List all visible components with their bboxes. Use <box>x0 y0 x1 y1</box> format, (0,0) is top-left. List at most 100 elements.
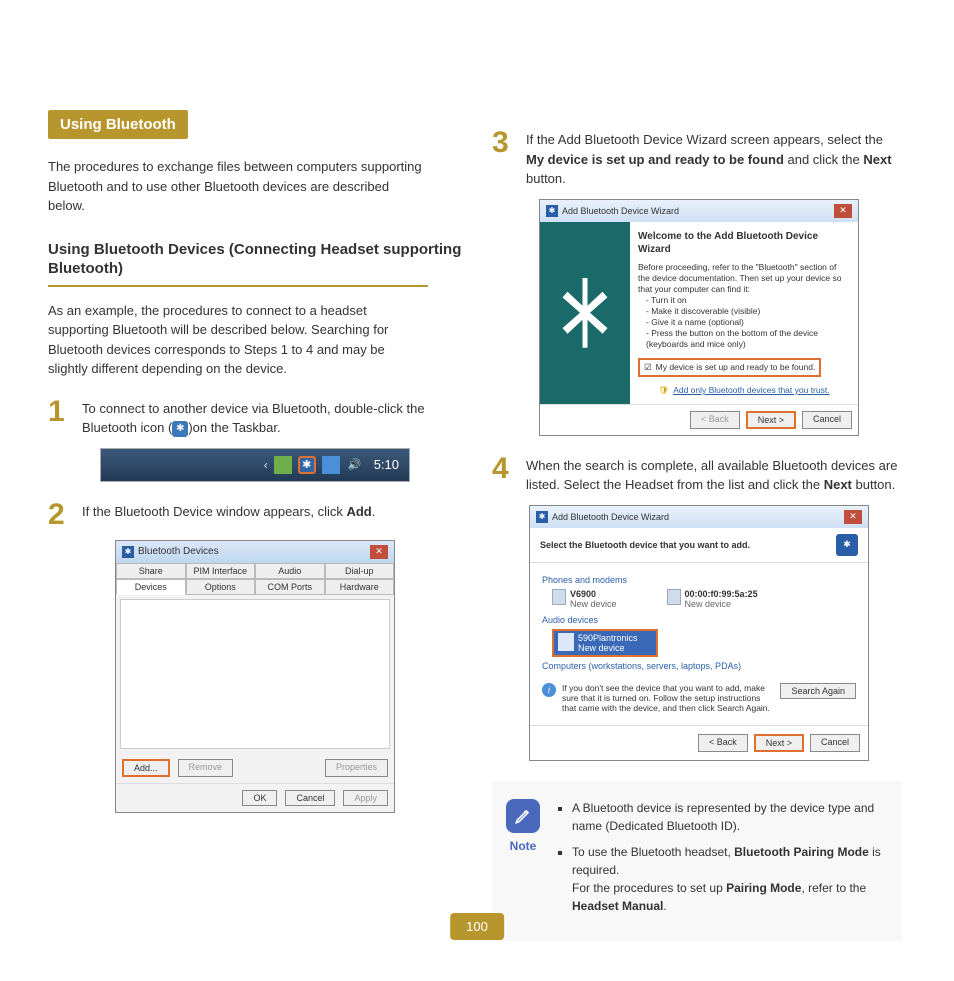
ready-checkbox[interactable]: ☑ My device is set up and ready to be fo… <box>638 358 821 377</box>
search-again-button[interactable]: Search Again <box>780 683 856 699</box>
cancel-button[interactable]: Cancel <box>802 411 852 429</box>
phone-icon <box>552 589 566 605</box>
tab-dialup[interactable]: Dial-up <box>325 563 395 579</box>
step-2-text: If the Bluetooth Device window appears, … <box>82 500 375 522</box>
remove-button[interactable]: Remove <box>178 759 234 777</box>
sub-intro: As an example, the procedures to connect… <box>48 301 428 379</box>
note-bullet-2: To use the Bluetooth headset, Bluetooth … <box>572 843 888 915</box>
step-num-3: 3 <box>492 128 516 158</box>
tab-hardware[interactable]: Hardware <box>325 579 395 595</box>
note-b2-l2-bold2: Headset Manual <box>572 899 663 913</box>
back-button[interactable]: < Back <box>690 411 740 429</box>
tray-time: 5:10 <box>374 457 399 472</box>
tab-share[interactable]: Share <box>116 563 186 579</box>
tab-devices[interactable]: Devices <box>116 579 186 595</box>
cancel-button[interactable]: Cancel <box>285 790 335 806</box>
step-num-4: 4 <box>492 454 516 484</box>
device-sub: New device <box>685 599 758 609</box>
note-b2-bold: Bluetooth Pairing Mode <box>734 845 869 859</box>
device-name: 590Plantronics <box>578 633 638 643</box>
step-num-1: 1 <box>48 397 72 427</box>
note-label: Note <box>510 839 537 853</box>
step-2: 2 If the Bluetooth Device window appears… <box>48 500 458 530</box>
checkbox-icon: ☑ <box>644 362 652 373</box>
tab-audio[interactable]: Audio <box>255 563 325 579</box>
note-b2-pre: To use the Bluetooth headset, <box>572 845 734 859</box>
phone-icon <box>667 589 681 605</box>
wizard2-prompt: Select the Bluetooth device that you wan… <box>540 540 750 550</box>
device-sub: New device <box>578 643 638 653</box>
shield-icon: 🛡 <box>658 385 669 396</box>
device-sub: New device <box>570 599 617 609</box>
device-name: 00:00:f0:99:5a:25 <box>685 589 758 599</box>
info-icon: i <box>542 683 556 697</box>
device-list-area <box>120 599 390 749</box>
next-button[interactable]: Next > <box>754 734 804 752</box>
info-text: If you don't see the device that you wan… <box>562 683 774 713</box>
step1-post: )on the Taskbar. <box>188 420 280 435</box>
step-1: 1 To connect to another device via Bluet… <box>48 397 458 438</box>
wizard2-title: Add Bluetooth Device Wizard <box>552 512 669 522</box>
device-item[interactable]: V6900New device <box>552 589 617 609</box>
step-3-text: If the Add Bluetooth Device Wizard scree… <box>526 128 902 189</box>
category-phones: Phones and modems <box>542 575 856 585</box>
tab-options[interactable]: Options <box>186 579 256 595</box>
bluetooth-symbol-icon <box>560 278 610 348</box>
section-heading: Using Bluetooth <box>48 110 188 139</box>
tab-pim[interactable]: PIM Interface <box>186 563 256 579</box>
step4-bold: Next <box>824 477 852 492</box>
window-title: Bluetooth Devices <box>138 546 219 557</box>
next-button[interactable]: Next > <box>746 411 796 429</box>
step4-post: button. <box>852 477 895 492</box>
wizard-sidebar <box>540 222 630 404</box>
note-pencil-icon <box>506 799 540 833</box>
wizard1-bullet: - Turn it on <box>646 295 850 306</box>
wizard1-welcome: Welcome to the Add Bluetooth Device Wiza… <box>638 230 850 256</box>
tray-volume-icon: 🔊 <box>346 456 364 474</box>
properties-button[interactable]: Properties <box>325 759 388 777</box>
back-button[interactable]: < Back <box>698 734 748 752</box>
close-icon[interactable]: ✕ <box>834 204 852 218</box>
close-icon[interactable]: ✕ <box>844 510 862 524</box>
wizard1-bullet: - Press the button on the bottom of the … <box>646 328 850 350</box>
device-name: V6900 <box>570 589 617 599</box>
step2-post: . <box>372 504 376 519</box>
wizard1-bullet: - Make it discoverable (visible) <box>646 306 850 317</box>
step2-pre: If the Bluetooth Device window appears, … <box>82 504 346 519</box>
checkbox-label: My device is set up and ready to be foun… <box>656 362 816 373</box>
tray-bluetooth-icon: ✱ <box>298 456 316 474</box>
add-button[interactable]: Add... <box>122 759 170 777</box>
step-4-text: When the search is complete, all availab… <box>526 454 902 495</box>
headset-icon <box>558 633 574 651</box>
step3-post: button. <box>526 171 566 186</box>
sub-heading: Using Bluetooth Devices (Connecting Head… <box>48 240 462 279</box>
step-1-text: To connect to another device via Bluetoo… <box>82 397 458 438</box>
ok-button[interactable]: OK <box>242 790 277 806</box>
note-b2-l2-bold: Pairing Mode <box>726 881 801 895</box>
note-b2-l2-mid: , refer to the <box>801 881 866 895</box>
wizard1-title: Add Bluetooth Device Wizard <box>562 206 679 216</box>
selected-device[interactable]: 590PlantronicsNew device <box>552 629 658 657</box>
trust-link[interactable]: Add only Bluetooth devices that you trus… <box>673 385 829 396</box>
tray-icon <box>274 456 292 474</box>
category-audio: Audio devices <box>542 615 856 625</box>
note-bullet-1: A Bluetooth device is represented by the… <box>572 799 888 835</box>
device-item[interactable]: 00:00:f0:99:5a:25New device <box>667 589 758 609</box>
tray-chevron-icon: ‹ <box>264 458 268 472</box>
cancel-button[interactable]: Cancel <box>810 734 860 752</box>
tray-network-icon <box>322 456 340 474</box>
bluetooth-icon: ✱ <box>172 421 188 437</box>
apply-button[interactable]: Apply <box>343 790 388 806</box>
add-bluetooth-wizard-2: ✱ Add Bluetooth Device Wizard ✕ Select t… <box>529 505 869 761</box>
page-number: 100 <box>450 913 504 940</box>
note-box: Note A Bluetooth device is represented b… <box>492 781 902 941</box>
tab-comports[interactable]: COM Ports <box>255 579 325 595</box>
wizard-bluetooth-icon: ✱ <box>546 205 558 217</box>
step2-bold: Add <box>346 504 371 519</box>
step3-bold2: Next <box>863 152 891 167</box>
close-icon[interactable]: ✕ <box>370 545 388 559</box>
window-bluetooth-icon: ✱ <box>122 546 134 558</box>
add-bluetooth-wizard-1: ✱ Add Bluetooth Device Wizard ✕ Welcome … <box>539 199 859 436</box>
bluetooth-badge-icon: ✱ <box>836 534 858 556</box>
note-b2-l2-post: . <box>663 899 666 913</box>
